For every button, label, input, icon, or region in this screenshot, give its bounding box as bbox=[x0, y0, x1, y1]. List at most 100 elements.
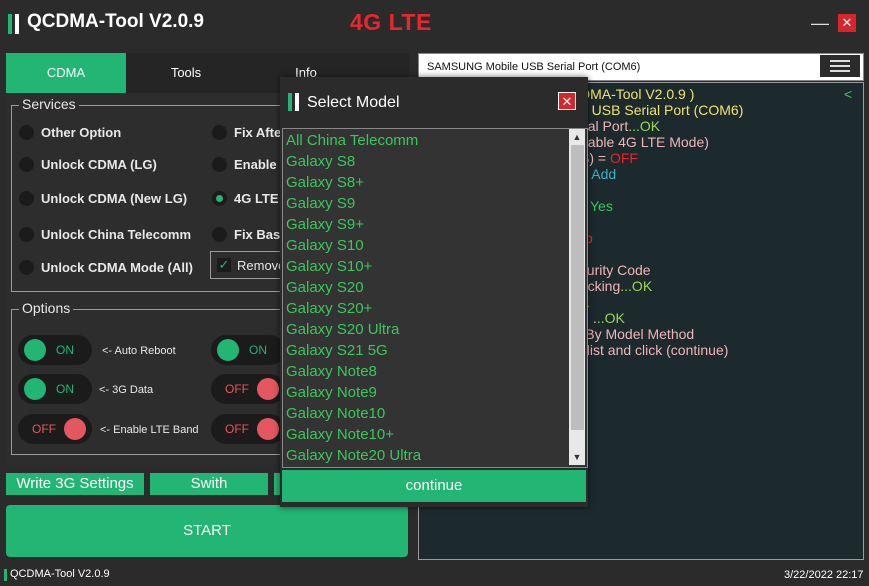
model-list-item[interactable]: Galaxy S8 bbox=[286, 153, 355, 170]
model-list-item[interactable]: Galaxy S8+ bbox=[286, 174, 364, 191]
log-text: el list and click (continue) bbox=[572, 342, 729, 358]
scroll-down-icon[interactable]: ▼ bbox=[569, 449, 585, 465]
start-button[interactable]: START bbox=[6, 505, 408, 557]
write-3g-settings-button[interactable]: Write 3G Settings bbox=[6, 473, 144, 495]
log-line: S) = OFF bbox=[580, 150, 638, 166]
model-list-item[interactable]: Galaxy S10+ bbox=[286, 258, 372, 275]
status-logo-icon bbox=[4, 569, 7, 581]
toggle-state: OFF bbox=[32, 422, 56, 436]
radio-dot-icon bbox=[19, 125, 34, 140]
log-text: e USB Serial Port (COM6) bbox=[580, 102, 744, 118]
model-list-item[interactable]: Galaxy Note8 bbox=[286, 363, 377, 380]
status-bar bbox=[0, 564, 869, 586]
radio-dot-icon bbox=[212, 125, 227, 140]
radio-label: 4G LTE bbox=[234, 191, 279, 206]
port-label: SAMSUNG Mobile USB Serial Port (COM6) bbox=[427, 61, 641, 73]
checkbox-label: Remove bbox=[237, 257, 286, 273]
model-list-item[interactable]: Galaxy S20 bbox=[286, 279, 364, 296]
app-title: QCDMA-Tool V2.0.9 bbox=[27, 11, 204, 32]
model-list-item[interactable]: All China Telecomm bbox=[286, 132, 418, 149]
radio-4g-lte[interactable]: 4G LTE bbox=[212, 191, 279, 206]
radio-label: Enable bbox=[234, 157, 277, 172]
radio-label: Unlock CDMA (New LG) bbox=[41, 191, 188, 206]
log-line: nable 4G LTE Mode) bbox=[580, 134, 709, 150]
log-text: nable 4G LTE Mode) bbox=[580, 134, 709, 150]
toggle-enable-lte-band[interactable]: OFF bbox=[18, 414, 92, 444]
checkmark-icon: ✓ bbox=[217, 257, 231, 272]
toggle-auto-reboot[interactable]: ON bbox=[18, 335, 92, 365]
log-text: ...OK bbox=[620, 278, 653, 294]
log-text: Yes bbox=[590, 198, 613, 214]
services-title: Services bbox=[19, 96, 79, 112]
model-list-item[interactable]: Galaxy S9+ bbox=[286, 216, 364, 233]
toggle-right-2[interactable]: OFF bbox=[211, 374, 285, 404]
radio-enable[interactable]: Enable bbox=[212, 157, 277, 172]
toggle-knob bbox=[64, 418, 86, 440]
model-list-item[interactable]: Galaxy S20+ bbox=[286, 300, 372, 317]
model-list-item[interactable]: Galaxy S21 5G bbox=[286, 342, 388, 359]
radio-fix-after[interactable]: Fix Afte bbox=[212, 125, 281, 140]
toggle-knob bbox=[257, 378, 279, 400]
toggle-right-3[interactable]: OFF bbox=[211, 414, 285, 444]
radio-unlock-cdma-lg[interactable]: Unlock CDMA (LG) bbox=[19, 157, 157, 172]
log-text: Add bbox=[591, 166, 617, 182]
model-list-item[interactable]: Galaxy Note10 bbox=[286, 405, 385, 422]
close-button[interactable]: ✕ bbox=[838, 14, 856, 32]
toggle-knob bbox=[24, 378, 46, 400]
radio-label: Fix Bas bbox=[234, 227, 281, 242]
tab-cdma[interactable]: CDMA bbox=[6, 53, 126, 93]
radio-dot-icon bbox=[212, 157, 227, 172]
model-list-item[interactable]: Galaxy S20 Ultra bbox=[286, 321, 399, 338]
log-text: ..OK bbox=[596, 310, 625, 326]
remove-checkbox[interactable]: ✓ Remove bbox=[210, 251, 290, 279]
log-line: Yes bbox=[590, 198, 613, 214]
log-line: el list and click (continue) bbox=[572, 342, 728, 358]
radio-unlock-cdma-mode-all[interactable]: Unlock CDMA Mode (All) bbox=[19, 260, 193, 275]
log-line: ...OK bbox=[593, 310, 625, 326]
status-app-name: QCDMA-Tool V2.0.9 bbox=[10, 568, 110, 580]
enable-lte-band-label: <- Enable LTE Band bbox=[100, 424, 199, 436]
dialog-title: Select Model bbox=[307, 94, 400, 111]
log-line: E By Model Method bbox=[572, 326, 694, 342]
hamburger-menu-icon[interactable] bbox=[820, 55, 860, 77]
model-list-item[interactable]: Galaxy Note9 bbox=[286, 384, 377, 401]
radio-fix-base[interactable]: Fix Bas bbox=[212, 227, 280, 242]
toggle-knob bbox=[257, 418, 279, 440]
radio-label: Unlock China Telecomm bbox=[41, 227, 192, 242]
model-list-item[interactable]: Galaxy Note20 Ultra bbox=[286, 447, 421, 464]
radio-label: Unlock CDMA Mode (All) bbox=[41, 260, 193, 275]
toggle-state: OFF bbox=[225, 422, 249, 436]
model-list-item[interactable]: Galaxy S9 bbox=[286, 195, 355, 212]
model-list-item[interactable]: Galaxy S10 bbox=[286, 237, 364, 254]
dialog-close-button[interactable]: ✕ bbox=[558, 92, 576, 110]
toggle-right-1[interactable]: ON bbox=[211, 335, 285, 365]
model-list[interactable]: All China Telecomm Galaxy S8 Galaxy S8+ Gal… bbox=[282, 128, 588, 468]
log-text: ...OK bbox=[628, 118, 661, 134]
log-line: rial Port...OK bbox=[580, 118, 660, 134]
radio-dot-icon bbox=[19, 157, 34, 172]
log-text: OFF bbox=[609, 150, 638, 166]
scroll-up-icon[interactable]: ▲ bbox=[569, 129, 585, 145]
tab-tools[interactable]: Tools bbox=[126, 53, 246, 93]
minimize-button[interactable]: — bbox=[809, 12, 831, 34]
switch-button[interactable]: Swith bbox=[150, 473, 268, 495]
toggle-3g-data[interactable]: ON bbox=[18, 374, 92, 404]
radio-dot-checked-icon bbox=[212, 191, 227, 206]
log-line: e USB Serial Port (COM6) bbox=[580, 102, 743, 118]
continue-button[interactable]: continue bbox=[282, 470, 586, 502]
toggle-state: OFF bbox=[225, 382, 249, 396]
dialog-logo-icon bbox=[288, 93, 300, 113]
toggle-state: ON bbox=[249, 343, 267, 357]
log-text: E By Model Method bbox=[572, 326, 695, 342]
radio-other-option[interactable]: Other Option bbox=[19, 125, 121, 140]
radio-dot-icon bbox=[19, 260, 34, 275]
scrollbar-thumb[interactable] bbox=[571, 145, 584, 430]
radio-dot-icon bbox=[212, 227, 227, 242]
radio-dot-icon bbox=[19, 191, 34, 206]
model-list-item[interactable]: Galaxy Note10+ bbox=[286, 426, 394, 443]
log-line: DMA-Tool V2.0.9 ) bbox=[580, 86, 694, 102]
log-marker: < bbox=[844, 86, 853, 102]
radio-unlock-cdma-new-lg[interactable]: Unlock CDMA (New LG) bbox=[19, 191, 187, 206]
radio-label: Fix Afte bbox=[234, 125, 282, 140]
radio-unlock-china-telecomm[interactable]: Unlock China Telecomm bbox=[19, 227, 191, 242]
